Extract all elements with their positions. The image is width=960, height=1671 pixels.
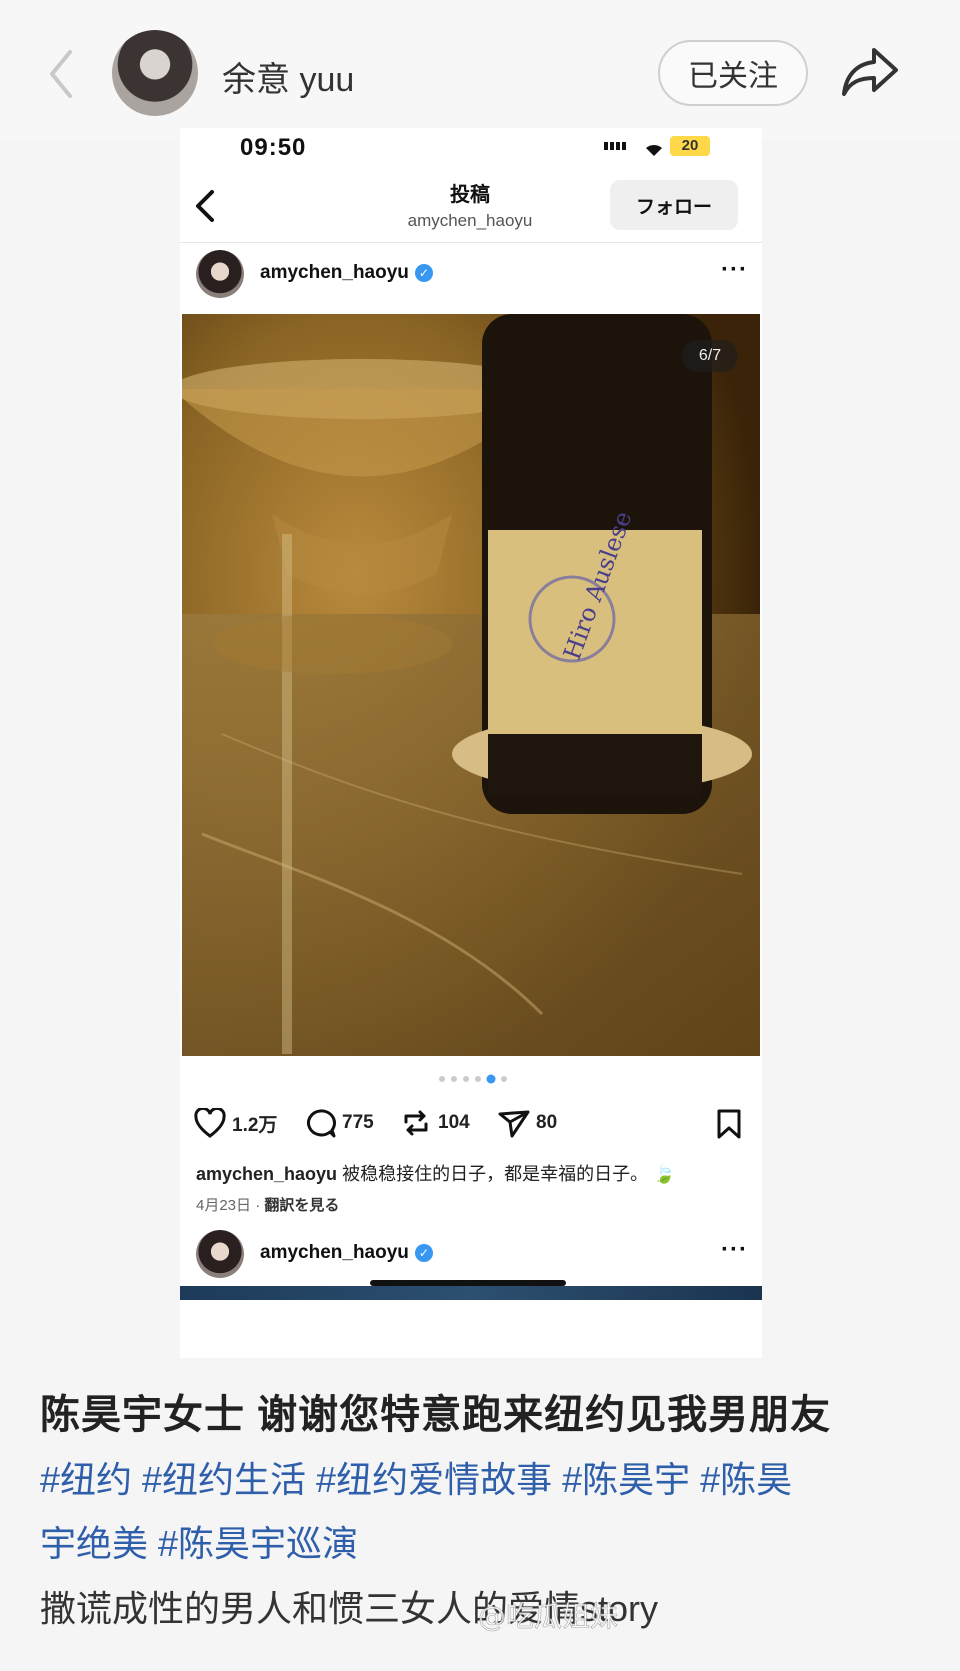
post-actions: 1.2万 775 104 80 [180,1103,762,1143]
status-time: 09:50 [240,134,307,161]
bookmark-icon[interactable] [716,1109,742,1139]
post-username[interactable]: amychen_haoyu ✓ [260,262,433,284]
post-avatar[interactable] [196,250,244,298]
watermark: @吃瓜姐妹 [478,1600,618,1634]
caption-username[interactable]: amychen_haoyu [196,1164,337,1184]
comment-count: 775 [342,1112,374,1133]
follow-button[interactable]: フォロー [610,180,738,230]
heart-icon [194,1108,226,1138]
share-icon[interactable] [840,44,902,100]
send-count: 80 [536,1112,558,1133]
comment-action[interactable]: 775 [304,1107,374,1139]
like-count: 1.2万 [232,1114,278,1136]
author-avatar[interactable] [112,30,198,116]
battery-indicator: 20 [670,136,710,156]
back-chevron-icon[interactable] [42,44,82,104]
post-meta: 4月23日 · 翻訳を見る [196,1197,340,1214]
repost-count: 104 [438,1112,470,1133]
like-action[interactable]: 1.2万 [194,1107,277,1139]
next-post-username-text[interactable]: amychen_haoyu [260,1242,409,1263]
post-caption: amychen_haoyu 被稳稳接住的日子，都是幸福的日子。 🍃 [196,1160,756,1186]
note-title: 陈昊宇女士 谢谢您特意跑来纽约见我男朋友 [40,1393,832,1437]
more-options-icon[interactable]: ··· [721,1236,748,1264]
embedded-screenshot: 09:50 20 投稿 amychen_haoyu フォロー amychen_h… [180,128,762,1358]
leaf-emoji-icon: 🍃 [653,1164,676,1184]
note-hashtags[interactable]: #纽约 #纽约生活 #纽约爱情故事 #陈昊宇 #陈昊 宇绝美 #陈昊宇巡演 [40,1448,920,1576]
divider [180,242,762,243]
nav-title-text: 投稿 [450,184,490,206]
post-photo[interactable]: Hiro Auslese 6/7 [182,314,760,1056]
send-action[interactable]: 80 [498,1107,557,1139]
author-name[interactable]: 余意 yuu [222,52,354,101]
more-options-icon[interactable]: ··· [721,256,748,284]
nav-back-icon[interactable] [192,186,220,226]
next-post-username[interactable]: amychen_haoyu ✓ [260,1242,433,1264]
followed-button[interactable]: 已关注 [658,40,808,106]
repost-action[interactable]: 104 [400,1107,470,1139]
next-post-header: amychen_haoyu ✓ ··· [180,1224,762,1284]
post-date: 4月23日 [196,1197,252,1214]
verified-icon: ✓ [414,263,433,282]
translate-link[interactable]: 翻訳を見る [264,1197,339,1214]
send-icon [498,1110,530,1138]
post-header: amychen_haoyu ✓ ··· [180,244,762,304]
verified-icon: ✓ [414,1243,433,1262]
post-username-text[interactable]: amychen_haoyu [260,262,409,283]
comment-icon [307,1109,336,1138]
hashtags-line-2[interactable]: 宇绝美 #陈昊宇巡演 [40,1512,920,1576]
nav-subtitle: amychen_haoyu [407,211,533,230]
watermark-text: @吃瓜姐妹 [478,1600,618,1633]
top-bar: 余意 yuu 已关注 [0,0,960,140]
caption-text: 被稳稳接住的日子，都是幸福的日子。 [342,1164,649,1184]
carousel-dots[interactable] [412,1073,532,1085]
hashtags-line-1[interactable]: #纽约 #纽约生活 #纽约爱情故事 #陈昊宇 #陈昊 [40,1448,920,1512]
next-post-image-edge [180,1286,762,1300]
wine-photo-illustration: Hiro Auslese [182,314,760,1056]
next-post-avatar[interactable] [196,1230,244,1278]
repost-icon [404,1110,428,1136]
nav-title: 投稿 amychen_haoyu [360,178,580,231]
photo-counter: 6/7 [682,340,738,372]
